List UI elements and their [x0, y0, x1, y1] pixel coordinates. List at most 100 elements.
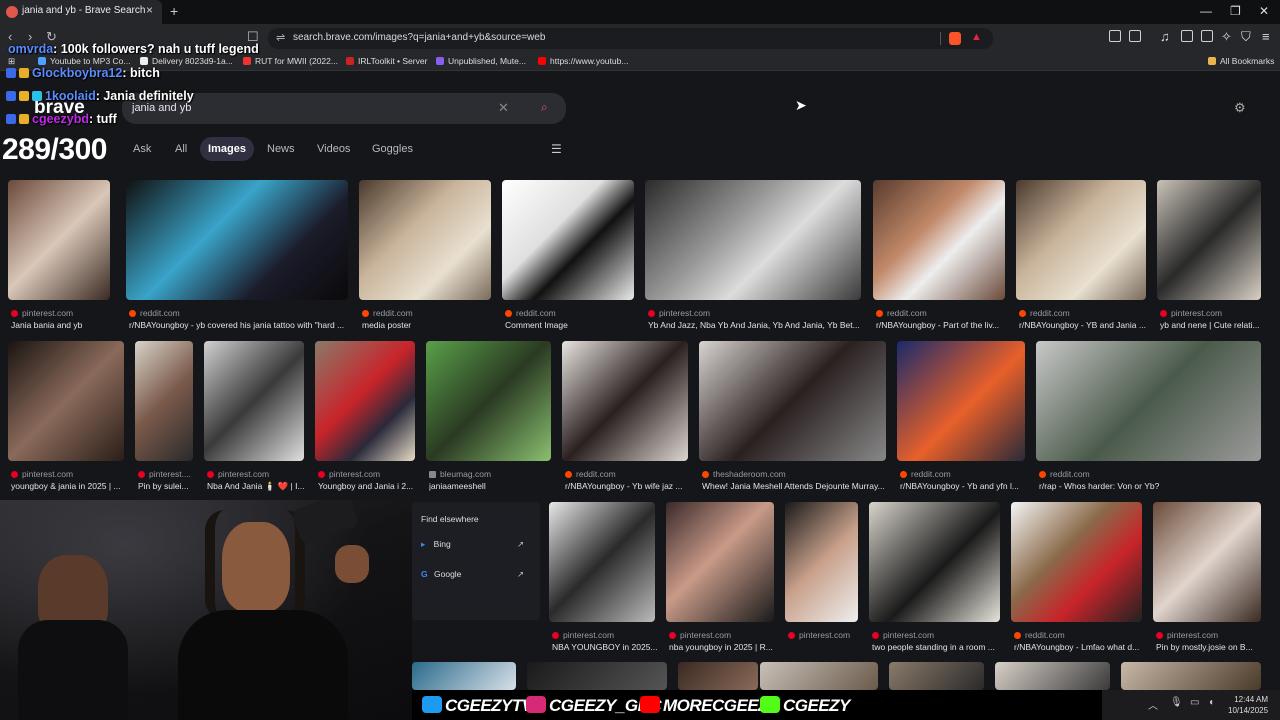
- system-clock[interactable]: 12:44 AM 10/14/2025: [1228, 694, 1268, 716]
- result-image[interactable]: [412, 662, 516, 690]
- bookmark-item[interactable]: https://www.youtub...: [538, 56, 628, 66]
- maximize-button[interactable]: ❐: [1230, 4, 1241, 18]
- result-caption[interactable]: r/NBAYoungboy - yb covered his jania tat…: [129, 320, 349, 330]
- result-image[interactable]: [502, 180, 634, 300]
- result-image[interactable]: [760, 662, 878, 690]
- tab-goggles[interactable]: Goggles: [372, 143, 413, 155]
- filter-icon[interactable]: ☰: [551, 142, 562, 156]
- sidebar-icon[interactable]: [1181, 30, 1193, 42]
- result-image[interactable]: [8, 180, 110, 300]
- result-caption[interactable]: Yb And Jazz, Nba Yb And Jania, Yb And Ja…: [648, 320, 862, 330]
- source-label: bleumag.com: [440, 469, 492, 479]
- tab-all[interactable]: All: [175, 143, 187, 155]
- result-caption[interactable]: Comment Image: [505, 320, 635, 330]
- result-image[interactable]: [1153, 502, 1261, 622]
- result-image[interactable]: [126, 180, 348, 300]
- result-image[interactable]: [869, 502, 1000, 622]
- result-image[interactable]: [8, 341, 124, 461]
- result-source: pinterest.com: [207, 469, 269, 479]
- source-label: pinterest.com: [1171, 308, 1223, 318]
- result-image[interactable]: [995, 662, 1110, 690]
- result-image[interactable]: [873, 180, 1005, 300]
- result-image[interactable]: [1157, 180, 1261, 300]
- result-image[interactable]: [678, 662, 758, 690]
- result-image[interactable]: [666, 502, 774, 622]
- brave-shields-icon[interactable]: [949, 32, 961, 45]
- result-caption[interactable]: two people standing in a room ...: [872, 642, 1003, 652]
- bookmark-item[interactable]: IRLToolkit • Server: [346, 56, 427, 66]
- result-image[interactable]: [426, 341, 551, 461]
- volume-icon[interactable]: ◖: [1208, 697, 1214, 708]
- result-image[interactable]: [897, 341, 1025, 461]
- result-image[interactable]: [1121, 662, 1261, 690]
- result-image[interactable]: [562, 341, 688, 461]
- result-caption[interactable]: Youngboy and Jania i 2...: [318, 481, 418, 491]
- result-image[interactable]: [204, 341, 304, 461]
- result-caption[interactable]: yb and nene | Cute relati...: [1160, 320, 1264, 330]
- google-link[interactable]: G Google ↗: [421, 569, 524, 579]
- bookmark-item[interactable]: Youtube to MP3 Co...: [38, 56, 131, 66]
- leo-ai-icon[interactable]: ✧: [1221, 29, 1232, 45]
- bookmark-item[interactable]: Unpublished, Mute...: [436, 56, 526, 66]
- result-caption[interactable]: media poster: [362, 320, 492, 330]
- result-image[interactable]: [549, 502, 655, 622]
- result-image[interactable]: [315, 341, 415, 461]
- tab-videos[interactable]: Videos: [317, 143, 350, 155]
- chat-message: 1koolaid: Jania definitely: [6, 89, 194, 103]
- result-image[interactable]: [1016, 180, 1146, 300]
- network-icon[interactable]: ▭: [1190, 697, 1199, 708]
- result-caption[interactable]: r/NBAYoungboy - Yb wife jaz ...: [565, 481, 691, 491]
- result-image[interactable]: [1036, 341, 1261, 461]
- result-image[interactable]: [359, 180, 491, 300]
- minimize-button[interactable]: —: [1200, 4, 1212, 18]
- all-bookmarks-label: All Bookmarks: [1220, 56, 1275, 66]
- result-image[interactable]: [645, 180, 861, 300]
- result-caption[interactable]: Whew! Jania Meshell Attends Dejounte Mur…: [702, 481, 888, 491]
- result-caption[interactable]: janiaameeshell: [429, 481, 554, 491]
- menu-icon[interactable]: ≡: [1262, 29, 1270, 44]
- result-image[interactable]: [785, 502, 858, 622]
- result-caption[interactable]: Nba And Jania 🕯️ ❤️ | I...: [207, 481, 307, 492]
- result-caption[interactable]: Pin by sulei...: [138, 481, 196, 491]
- all-bookmarks[interactable]: All Bookmarks: [1208, 56, 1274, 66]
- search-icon[interactable]: ⌕: [541, 100, 548, 115]
- extensions-icon[interactable]: [1109, 30, 1121, 42]
- result-image[interactable]: [527, 662, 667, 690]
- result-caption[interactable]: r/NBAYoungboy - Part of the liv...: [876, 320, 1006, 330]
- microphone-icon[interactable]: 🎙: [1170, 697, 1183, 708]
- music-icon[interactable]: ♫: [1160, 29, 1170, 44]
- tab-news[interactable]: News: [267, 143, 295, 155]
- window-close-button[interactable]: ✕: [1259, 4, 1269, 18]
- clear-icon[interactable]: ✕: [498, 100, 509, 116]
- tab-close-icon[interactable]: ×: [146, 3, 153, 17]
- result-caption[interactable]: r/rap - Whos harder: Von or Yb?: [1039, 481, 1261, 491]
- result-caption[interactable]: Pin by mostly.josie on B...: [1156, 642, 1264, 652]
- result-caption[interactable]: Jania bania and yb: [11, 320, 117, 330]
- reading-list-icon[interactable]: [1201, 30, 1213, 42]
- vpn-icon[interactable]: ⛉: [1241, 29, 1251, 45]
- result-caption[interactable]: r/NBAYoungboy - Lmfao what d...: [1014, 642, 1145, 652]
- search-input[interactable]: jania and yb: [132, 102, 191, 114]
- tab-ask[interactable]: Ask: [133, 143, 151, 155]
- brave-rewards-icon[interactable]: ▲: [971, 31, 982, 43]
- bing-link[interactable]: ▸ Bing ↗: [421, 539, 524, 550]
- result-image[interactable]: [889, 662, 984, 690]
- tray-expand-icon[interactable]: ︿: [1148, 697, 1158, 712]
- bookmark-item[interactable]: RUT for MWII (2022...: [243, 56, 338, 66]
- result-caption[interactable]: r/NBAYoungboy - YB and Jania ...: [1019, 320, 1149, 330]
- result-image[interactable]: [135, 341, 193, 461]
- bookmark-item[interactable]: Delivery 8023d9-1a...: [140, 56, 233, 66]
- address-bar[interactable]: ⇌ search.brave.com/images?q=jania+and+yb…: [268, 28, 993, 49]
- settings-gear-icon[interactable]: ⚙: [1234, 100, 1246, 116]
- result-caption[interactable]: nba youngboy in 2025 | R...: [669, 642, 777, 652]
- result-caption[interactable]: NBA YOUNGBOY in 2025...: [552, 642, 658, 652]
- result-caption[interactable]: youngboy & jania in 2025 | ...: [11, 481, 126, 491]
- new-tab-button[interactable]: +: [170, 3, 178, 19]
- wallet-icon[interactable]: [1129, 30, 1141, 42]
- tab-images[interactable]: Images: [200, 137, 254, 161]
- result-image[interactable]: [699, 341, 886, 461]
- result-caption[interactable]: r/NBAYoungboy - Yb and yfn l...: [900, 481, 1028, 491]
- active-tab[interactable]: jania and yb - Brave Search ×: [0, 0, 162, 24]
- site-info-icon[interactable]: ⇌: [276, 31, 285, 44]
- result-image[interactable]: [1011, 502, 1142, 622]
